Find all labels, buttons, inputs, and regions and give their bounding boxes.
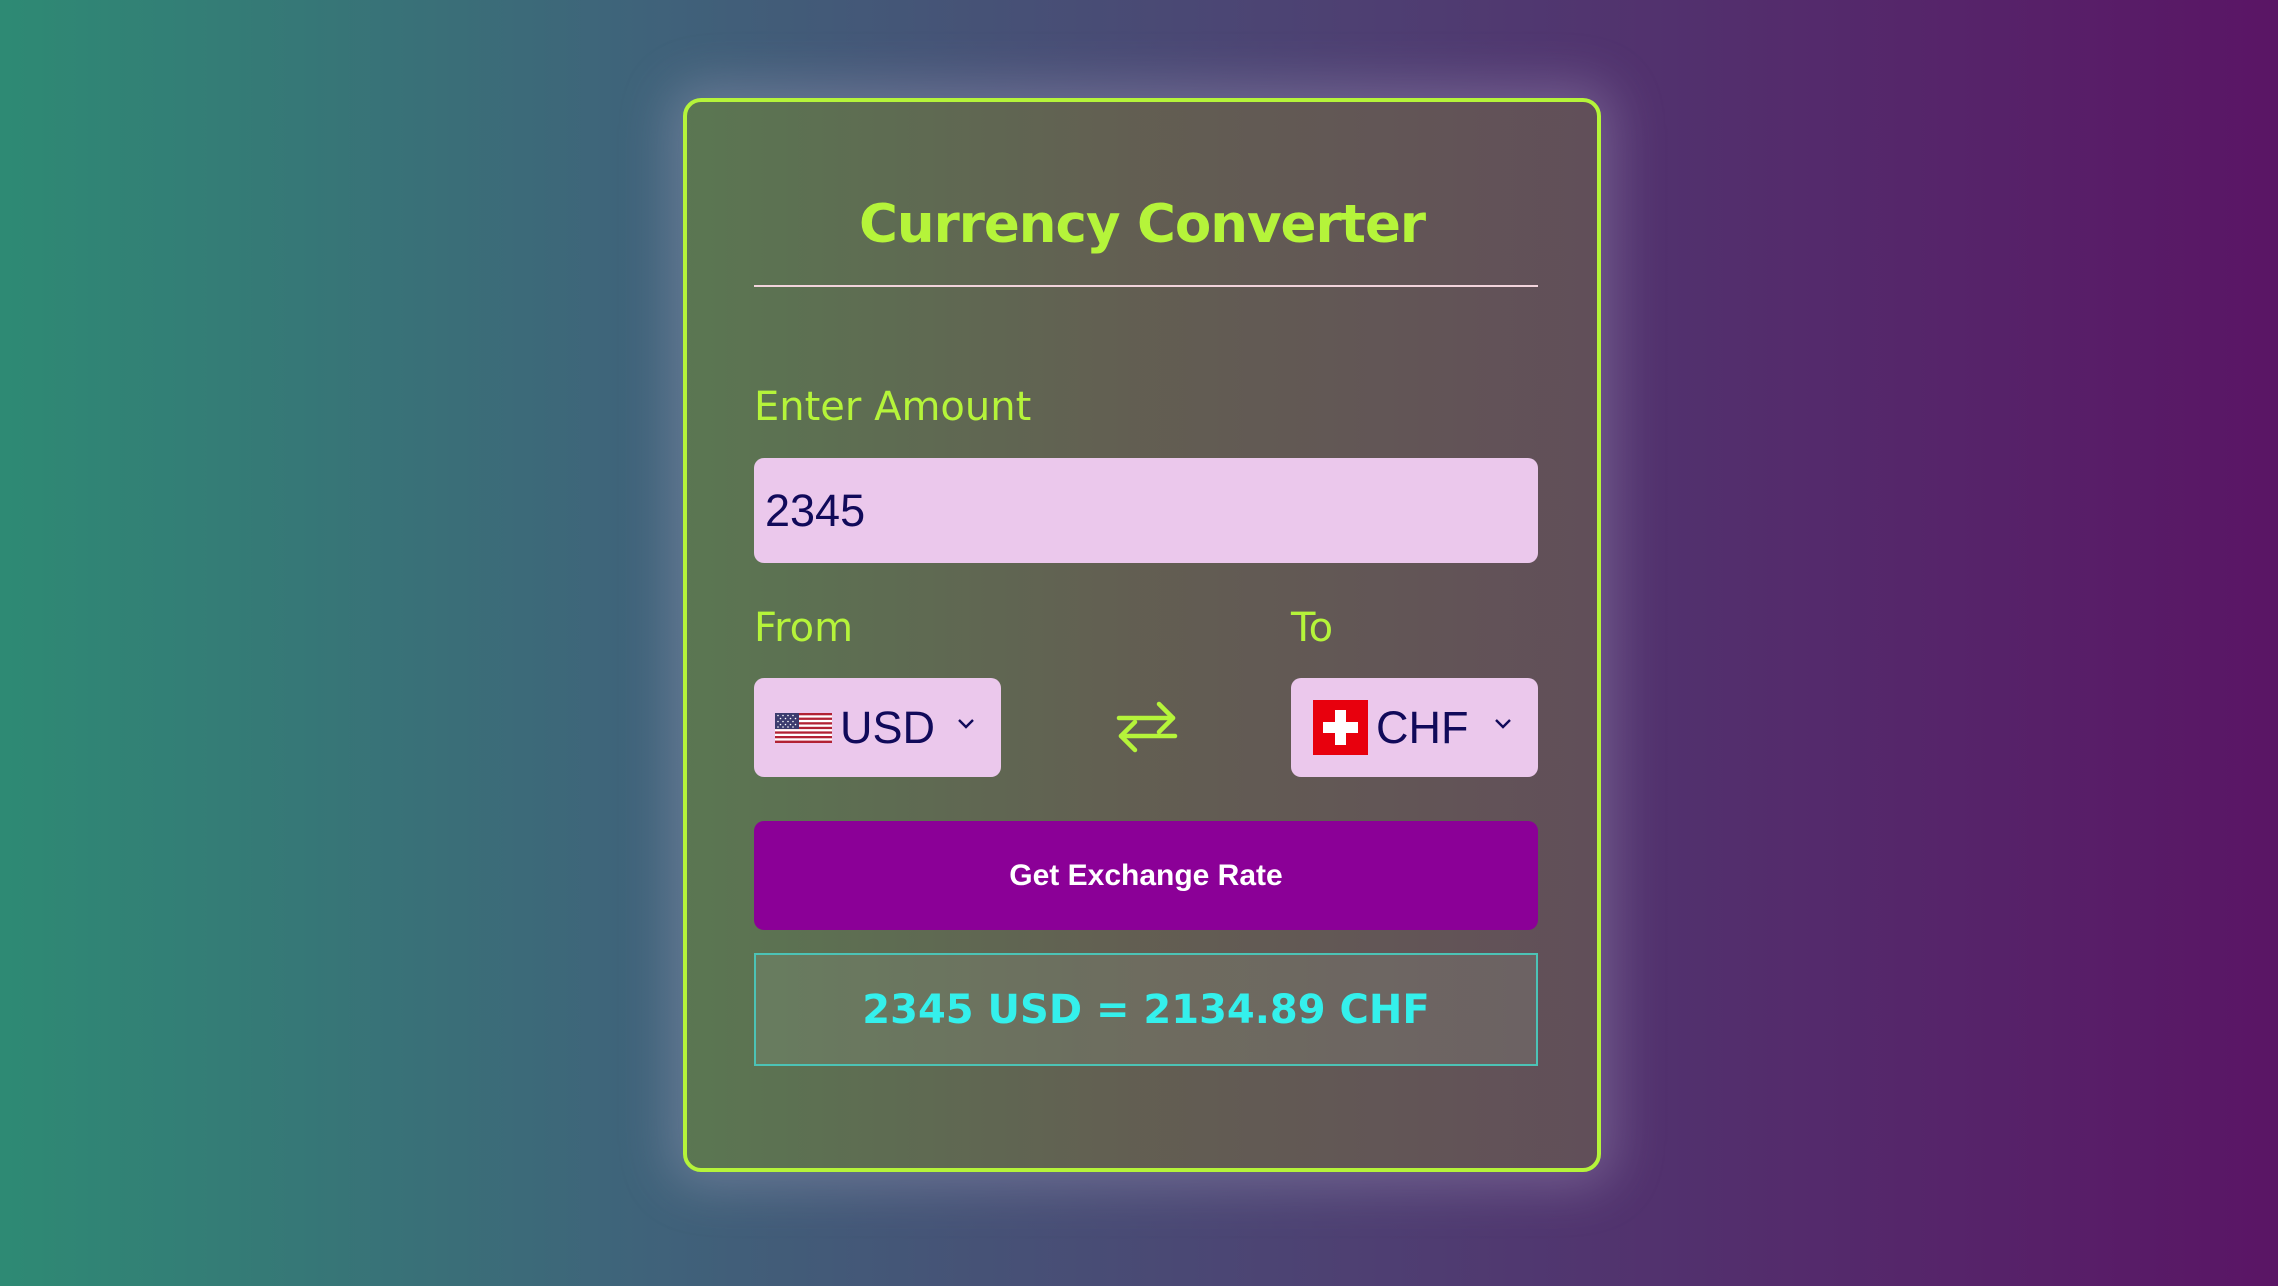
chevron-down-icon — [1495, 719, 1511, 729]
switzerland-flag-icon — [1313, 700, 1368, 755]
amount-input[interactable] — [754, 458, 1538, 563]
from-label: From — [754, 605, 854, 651]
from-currency-select[interactable]: USD — [754, 678, 1001, 777]
to-currency-code: CHF — [1376, 701, 1469, 753]
exchange-result-text: 2345 USD = 2134.89 CHF — [862, 986, 1430, 1033]
us-flag-icon — [775, 712, 832, 743]
to-currency-select[interactable]: CHF — [1291, 678, 1538, 777]
page-title: Currency Converter — [858, 194, 1426, 255]
converter-card: Currency Converter Enter Amount From To … — [683, 98, 1601, 1172]
get-exchange-rate-button[interactable]: Get Exchange Rate — [754, 821, 1538, 930]
from-currency-code: USD — [840, 701, 936, 753]
swap-arrows-icon[interactable] — [1115, 692, 1179, 762]
to-label: To — [1291, 605, 1334, 651]
exchange-result: 2345 USD = 2134.89 CHF — [754, 953, 1538, 1066]
title-divider — [754, 285, 1538, 287]
chevron-down-icon — [958, 719, 974, 729]
amount-label: Enter Amount — [754, 384, 1032, 430]
